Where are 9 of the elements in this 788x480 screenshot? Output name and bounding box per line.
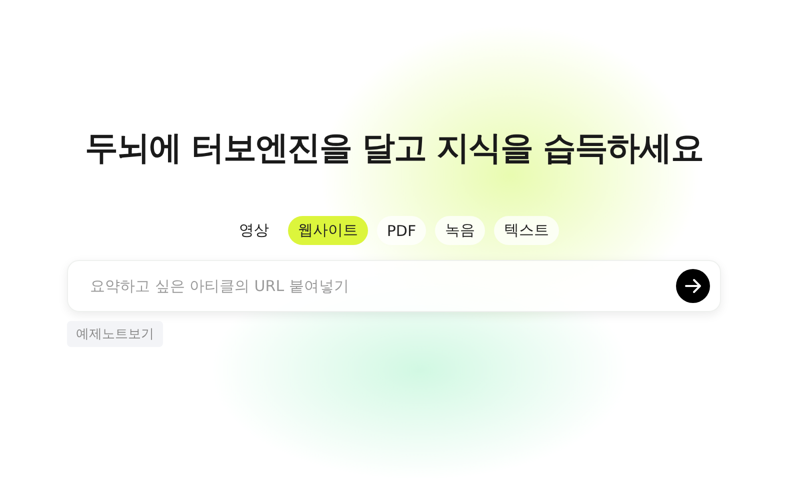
search-bar[interactable]: 요약하고 싶은 아티클의 URL 붙여넣기 [67, 260, 721, 312]
url-input-field[interactable]: 요약하고 싶은 아티클의 URL 붙여넣기 [88, 276, 676, 296]
headline: 두뇌에 터보엔진을 달고 지식을 습득하세요 [85, 127, 703, 169]
arrow-right-icon [684, 277, 702, 295]
source-tab[interactable]: 텍스트 [494, 216, 560, 245]
source-tab[interactable]: PDF [376, 216, 426, 245]
submit-button[interactable] [676, 269, 710, 303]
source-tab[interactable]: 웹사이트 [288, 216, 368, 245]
source-tab[interactable]: 녹음 [435, 216, 486, 245]
